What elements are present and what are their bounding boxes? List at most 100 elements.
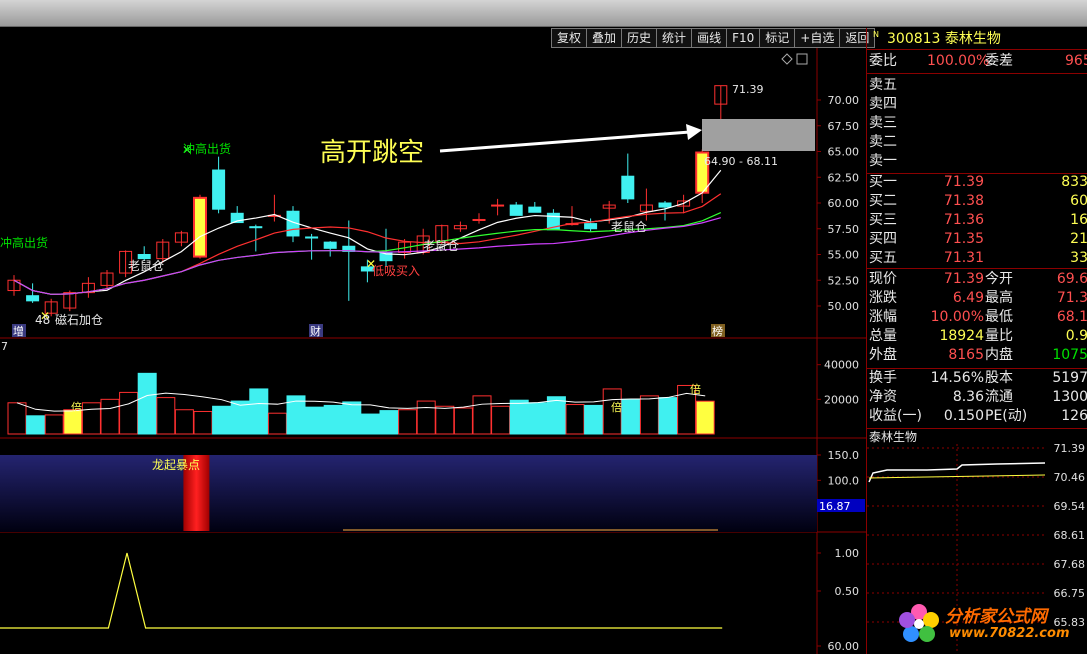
stat-value: 68.1 (1056, 309, 1087, 325)
kline-chart[interactable]: ✕✕✕ 70.00 67.50 65.00 62.50 60.00 57.50 55.00 5… (0, 48, 866, 654)
candle-body (212, 169, 226, 210)
volume-axis-label: 20000 (824, 393, 859, 406)
buy-row: 买三 71.36 16 (867, 211, 1087, 230)
fund-label: PE(动) (985, 408, 1028, 424)
gap-annotation: 高开跳空 (320, 138, 424, 168)
mini-axis-label: 71.39 (1054, 442, 1086, 455)
candle-body (323, 241, 337, 249)
sell-row: 卖五 (867, 76, 1087, 95)
volume-bar (156, 397, 176, 435)
price-axis-label: 70.00 (828, 94, 860, 107)
add-watchlist-button[interactable]: +自选 (794, 28, 841, 48)
volume-bar (472, 395, 492, 435)
stat-label: 涨跌 (869, 290, 897, 306)
fund-row: 净资 8.36 流通 1300 (867, 388, 1087, 407)
buy-row: 买一 71.39 833 (867, 173, 1087, 192)
gap-arrow-head (686, 124, 702, 140)
indicator1-background (0, 455, 817, 532)
bottom-label-48: 48 (35, 313, 50, 327)
fund-label: 流通 (985, 389, 1013, 405)
volume-bar (119, 391, 139, 435)
candles-layer: ✕✕✕ (7, 85, 728, 323)
stat-label: 现价 (869, 271, 897, 287)
volume-bar (695, 400, 715, 435)
volume-bar (44, 414, 64, 435)
history-button[interactable]: 历史 (621, 28, 658, 48)
volume-bar (26, 415, 46, 435)
buy-level-label: 买二 (869, 193, 897, 209)
ind1-axis-label: 100.0 (828, 474, 860, 487)
buy-price: 71.38 (943, 193, 984, 209)
volume-bar (565, 404, 585, 435)
volume-bar (509, 399, 529, 435)
stat-row: 外盘 8165 内盘 1075 (867, 346, 1087, 365)
volume-bar (81, 402, 101, 435)
candle-body (137, 254, 151, 260)
ind2-axis-label: 1.00 (835, 547, 860, 560)
fund-value: 0.150 (943, 408, 984, 424)
volume-bar (379, 410, 399, 435)
sell-row: 卖三 (867, 114, 1087, 133)
candle-body (621, 175, 635, 200)
volume-bar (7, 402, 27, 435)
stat-row: 总量 18924 量比 0.9 (867, 327, 1087, 346)
volume-bar (621, 398, 641, 435)
weicha-label: 委差 (985, 53, 1013, 69)
weibi-value: 100.00% (927, 53, 990, 69)
buy-level-label: 买五 (869, 250, 897, 266)
stock-name: 泰林生物 (944, 31, 1001, 47)
buy-level-label: 买一 (869, 174, 897, 190)
buy-volume: 60 (1070, 193, 1087, 209)
volume-bar (342, 401, 362, 435)
stat-label: 最高 (985, 290, 1013, 306)
volume-bar (267, 412, 287, 435)
stock-badge: N (873, 30, 879, 39)
signal-longqi: 龙起暴点 (152, 458, 200, 472)
overlay-button[interactable]: 叠加 (586, 28, 623, 48)
candle-body (491, 204, 505, 207)
bottom-label-cishi: 磁石加仓 (55, 312, 103, 327)
stat-value: 10.00% (930, 309, 984, 325)
stat-label: 量比 (985, 328, 1013, 344)
volume-bar (398, 409, 418, 435)
mark-button[interactable]: 标记 (759, 28, 796, 48)
signal-laoshu-3: 老鼠仓 (611, 220, 647, 234)
volume-axis-label: 40000 (824, 359, 859, 372)
buy-volume: 16 (1070, 212, 1087, 228)
weibi-label: 委比 (869, 53, 897, 69)
mini-axis-label: 67.68 (1054, 558, 1086, 571)
stat-label: 内盘 (985, 347, 1013, 363)
gap-range-label: 64.90 - 68.11 (704, 155, 778, 168)
fund-value: 14.56% (930, 370, 984, 386)
bei-label-1: 倍 (71, 400, 82, 414)
ind2-axis-label: 0.50 (835, 585, 860, 598)
price-axis-label: 50.00 (828, 300, 860, 313)
gap-highlight-box (702, 119, 815, 151)
fuquan-button[interactable]: 复权 (551, 28, 588, 48)
stat-value: 71.39 (943, 271, 984, 287)
bei-label-3: 倍 (690, 382, 701, 396)
mini-axis-label: 70.46 (1054, 471, 1086, 484)
f10-button[interactable]: F10 (726, 28, 761, 48)
price-axis-label: 55.00 (828, 249, 860, 262)
draw-line-button[interactable]: 画线 (691, 28, 728, 48)
stock-chart-window: 复权 叠加 历史 统计 画线 F10 标记 +自选 返回 ✕ ✕ ✕ 70.00… (0, 0, 1087, 654)
stock-header: N 300813 泰林生物 (867, 28, 1087, 50)
chart-window-toggle-icon[interactable] (796, 53, 808, 65)
stat-value: 18924 (939, 328, 984, 344)
mini-axis-label: 68.61 (1054, 529, 1086, 542)
mini-axis-label: 69.54 (1054, 500, 1086, 513)
chart-diamond-icon[interactable] (781, 53, 793, 65)
buy-price: 71.31 (943, 250, 984, 266)
stat-row: 涨跌 6.49 最高 71.3 (867, 289, 1087, 308)
price-axis-label: 67.50 (828, 120, 860, 133)
sell-level-label: 卖三 (869, 115, 897, 131)
stat-label: 总量 (869, 328, 897, 344)
statistics-button[interactable]: 统计 (656, 28, 693, 48)
ind1-value: 16.87 (819, 500, 851, 513)
buy-row: 买二 71.38 60 (867, 192, 1087, 211)
buy-row: 买四 71.35 21 (867, 230, 1087, 249)
bei-label-2: 倍 (611, 400, 622, 414)
volume-bar (658, 397, 678, 435)
volume-bar (453, 407, 473, 435)
